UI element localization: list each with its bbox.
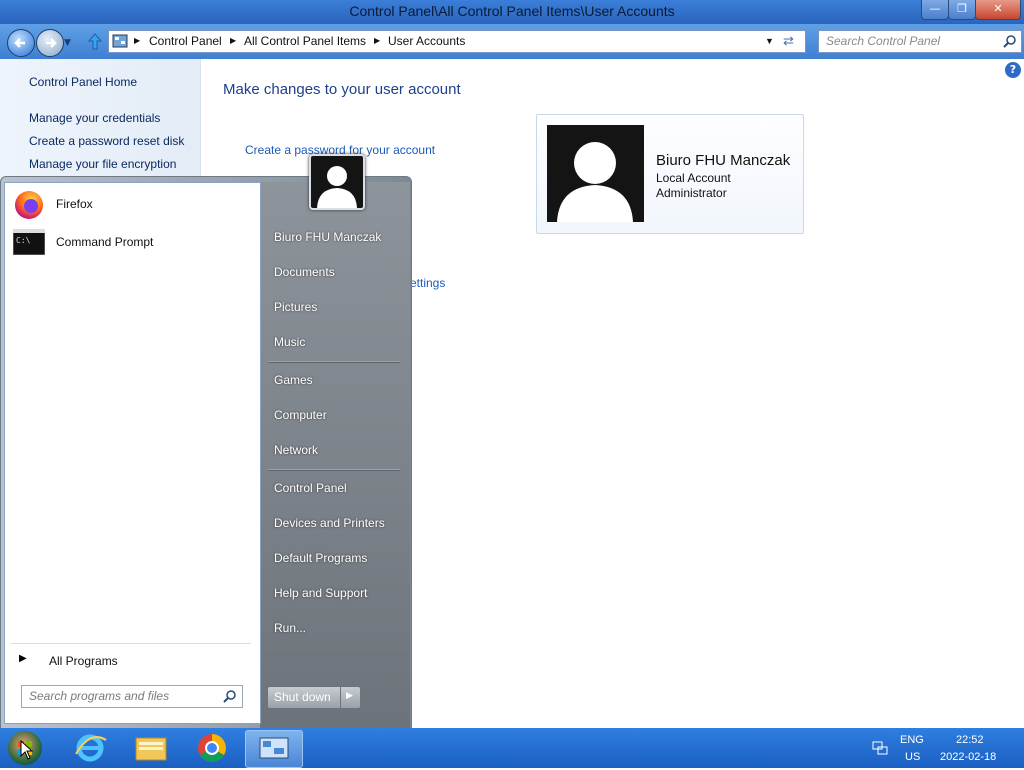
address-dropdown-icon[interactable]: ▼ [765, 36, 774, 46]
start-menu-left-pane: Firefox C:\ Command Prompt ▶ All Program… [4, 182, 261, 724]
sidebar-item-control-panel-home[interactable]: Control Panel Home [29, 75, 137, 89]
language-indicator[interactable]: ENG [900, 734, 924, 746]
user-silhouette-icon [557, 142, 633, 222]
account-type: Local Account [656, 171, 731, 185]
history-dropdown-icon[interactable]: ▼ [64, 38, 71, 48]
taskbar-file-explorer[interactable] [123, 730, 179, 766]
mouse-cursor-icon [20, 740, 34, 760]
taskbar-chrome[interactable] [184, 730, 240, 766]
breadcrumb-all-items[interactable]: All Control Panel Items [244, 34, 366, 48]
close-button[interactable]: ✕ [975, 0, 1021, 20]
start-search-input[interactable]: Search programs and files [29, 689, 169, 703]
taskbar-control-panel[interactable] [245, 730, 303, 768]
forward-arrow-icon [46, 38, 57, 48]
divider [11, 643, 251, 644]
start-right-games[interactable]: Games [274, 373, 313, 387]
up-button[interactable] [86, 31, 104, 54]
start-right-run[interactable]: Run... [274, 621, 306, 635]
page-title: Make changes to your user account [223, 81, 461, 98]
firefox-icon [15, 191, 43, 219]
keyboard-layout-indicator[interactable]: US [905, 751, 920, 763]
start-right-music[interactable]: Music [274, 335, 305, 349]
sidebar-item-file-encryption[interactable]: Manage your file encryption [29, 157, 176, 171]
taskbar-internet-explorer[interactable] [62, 730, 118, 766]
start-right-computer[interactable]: Computer [274, 408, 327, 422]
start-item-label: Command Prompt [56, 235, 154, 249]
settings-link[interactable]: ettings [410, 276, 445, 290]
clock-time[interactable]: 22:52 [956, 734, 984, 746]
shutdown-options-icon[interactable]: ▶ [346, 691, 353, 701]
taskbar: ENG US 22:52 2022-02-18 [0, 728, 1024, 768]
account-name: Biuro FHU Manczak [656, 152, 791, 169]
help-icon[interactable]: ? [1005, 62, 1021, 78]
navigation-bar: ▼ ▶ Control Panel ▶ All Control Panel It… [0, 24, 1024, 59]
clock-date[interactable]: 2022-02-18 [940, 751, 996, 763]
minimize-button[interactable]: — [921, 0, 949, 20]
command-prompt-icon: C:\ [13, 229, 45, 255]
search-box[interactable]: Search Control Panel [818, 30, 1022, 53]
folder-icon [135, 737, 167, 761]
search-icon[interactable] [223, 689, 237, 703]
start-search-box[interactable]: Search programs and files [21, 685, 243, 708]
internet-explorer-icon [75, 734, 107, 762]
account-role: Administrator [656, 186, 727, 200]
start-item-label: Firefox [56, 197, 93, 211]
start-right-default-programs[interactable]: Default Programs [274, 551, 367, 565]
user-silhouette-icon [317, 166, 357, 208]
title-bar: Control Panel\All Control Panel Items\Us… [0, 0, 1024, 24]
refresh-icon[interactable]: ⇄ [783, 33, 794, 49]
shutdown-label: Shut down [274, 690, 331, 704]
start-right-help-support[interactable]: Help and Support [274, 586, 367, 600]
forward-button[interactable] [36, 29, 64, 57]
start-user-picture[interactable] [309, 154, 365, 210]
control-panel-icon [259, 737, 289, 759]
start-right-user[interactable]: Biuro FHU Manczak [274, 230, 381, 244]
start-right-documents[interactable]: Documents [274, 265, 335, 279]
all-programs-button[interactable]: ▶ All Programs [15, 650, 250, 674]
divider [268, 361, 400, 363]
breadcrumb-separator-icon: ▶ [230, 36, 237, 45]
start-right-devices-printers[interactable]: Devices and Printers [274, 516, 385, 530]
svg-text:C:\: C:\ [16, 236, 31, 245]
back-button[interactable] [7, 29, 35, 57]
address-bar[interactable]: ▶ Control Panel ▶ All Control Panel Item… [108, 30, 806, 53]
chrome-icon [198, 734, 226, 762]
divider [340, 687, 341, 708]
start-right-control-panel[interactable]: Control Panel [274, 481, 347, 495]
account-avatar [547, 125, 644, 222]
up-arrow-icon [87, 33, 103, 50]
breadcrumb-control-panel[interactable]: Control Panel [149, 34, 222, 48]
search-input[interactable]: Search Control Panel [826, 34, 940, 48]
control-panel-icon [112, 34, 128, 48]
breadcrumb-user-accounts[interactable]: User Accounts [388, 34, 465, 48]
start-right-network[interactable]: Network [274, 443, 318, 457]
sidebar-item-password-reset-disk[interactable]: Create a password reset disk [29, 134, 184, 148]
shutdown-button[interactable]: Shut down ▶ [267, 686, 361, 709]
restore-button[interactable]: ❐ [948, 0, 976, 20]
breadcrumb-separator-icon: ▶ [374, 36, 381, 45]
search-icon[interactable] [1003, 34, 1017, 48]
network-icon [872, 741, 888, 755]
network-tray-icon[interactable] [872, 740, 888, 759]
all-programs-label: All Programs [49, 654, 118, 668]
sidebar-item-manage-credentials[interactable]: Manage your credentials [29, 111, 160, 125]
start-item-command-prompt[interactable]: C:\ Command Prompt [13, 225, 253, 261]
start-right-pictures[interactable]: Pictures [274, 300, 317, 314]
breadcrumb-separator-icon: ▶ [134, 36, 141, 45]
account-card: Biuro FHU Manczak Local Account Administ… [536, 114, 804, 234]
start-item-firefox[interactable]: Firefox [13, 187, 253, 223]
divider [268, 469, 400, 471]
window-title: Control Panel\All Control Panel Items\Us… [349, 3, 675, 19]
back-arrow-icon [14, 38, 25, 48]
arrow-right-icon: ▶ [19, 653, 27, 664]
